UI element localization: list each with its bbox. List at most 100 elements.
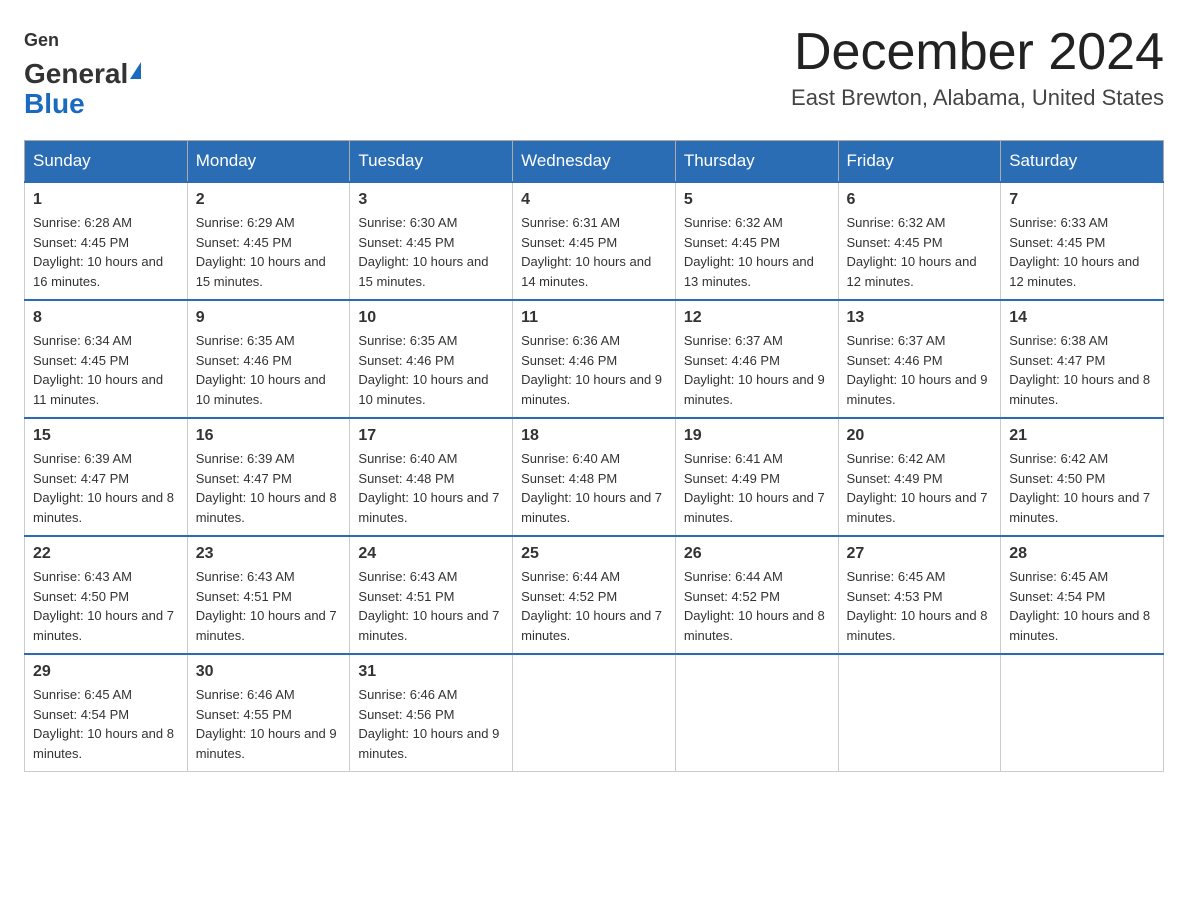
day-info: Sunrise: 6:30 AM Sunset: 4:45 PM Dayligh… [358, 213, 504, 291]
daylight-label: Daylight: 10 hours and 7 minutes. [358, 608, 499, 643]
daylight-label: Daylight: 10 hours and 9 minutes. [196, 726, 337, 761]
sunrise-label: Sunrise: 6:32 AM [684, 215, 783, 230]
page-header: Gen eral General Blue December 2024 East… [24, 24, 1164, 120]
header-sunday: Sunday [25, 141, 188, 183]
day-number: 21 [1009, 427, 1155, 445]
sunset-label: Sunset: 4:46 PM [196, 353, 292, 368]
sunset-label: Sunset: 4:54 PM [33, 707, 129, 722]
header-wednesday: Wednesday [513, 141, 676, 183]
sunrise-label: Sunrise: 6:43 AM [358, 569, 457, 584]
daylight-label: Daylight: 10 hours and 9 minutes. [358, 726, 499, 761]
sunrise-label: Sunrise: 6:45 AM [847, 569, 946, 584]
day-info: Sunrise: 6:46 AM Sunset: 4:56 PM Dayligh… [358, 685, 504, 763]
table-row: 22 Sunrise: 6:43 AM Sunset: 4:50 PM Dayl… [25, 536, 188, 654]
day-info: Sunrise: 6:35 AM Sunset: 4:46 PM Dayligh… [358, 331, 504, 409]
sunrise-label: Sunrise: 6:34 AM [33, 333, 132, 348]
day-number: 30 [196, 663, 342, 681]
sunset-label: Sunset: 4:50 PM [1009, 471, 1105, 486]
sunset-label: Sunset: 4:46 PM [521, 353, 617, 368]
sunset-label: Sunset: 4:54 PM [1009, 589, 1105, 604]
sunrise-label: Sunrise: 6:46 AM [358, 687, 457, 702]
day-number: 23 [196, 545, 342, 563]
table-row: 25 Sunrise: 6:44 AM Sunset: 4:52 PM Dayl… [513, 536, 676, 654]
table-row: 26 Sunrise: 6:44 AM Sunset: 4:52 PM Dayl… [675, 536, 838, 654]
table-row: 9 Sunrise: 6:35 AM Sunset: 4:46 PM Dayli… [187, 300, 350, 418]
day-number: 1 [33, 191, 179, 209]
week-row-4: 22 Sunrise: 6:43 AM Sunset: 4:50 PM Dayl… [25, 536, 1164, 654]
day-info: Sunrise: 6:45 AM Sunset: 4:54 PM Dayligh… [33, 685, 179, 763]
location-title: East Brewton, Alabama, United States [791, 85, 1164, 111]
sunrise-label: Sunrise: 6:44 AM [521, 569, 620, 584]
daylight-label: Daylight: 10 hours and 10 minutes. [196, 372, 326, 407]
day-info: Sunrise: 6:35 AM Sunset: 4:46 PM Dayligh… [196, 331, 342, 409]
sunrise-label: Sunrise: 6:37 AM [684, 333, 783, 348]
day-number: 3 [358, 191, 504, 209]
day-info: Sunrise: 6:44 AM Sunset: 4:52 PM Dayligh… [684, 567, 830, 645]
day-number: 20 [847, 427, 993, 445]
day-number: 8 [33, 309, 179, 327]
sunrise-label: Sunrise: 6:42 AM [1009, 451, 1108, 466]
day-number: 6 [847, 191, 993, 209]
day-number: 11 [521, 309, 667, 327]
daylight-label: Daylight: 10 hours and 15 minutes. [358, 254, 488, 289]
sunset-label: Sunset: 4:47 PM [1009, 353, 1105, 368]
daylight-label: Daylight: 10 hours and 7 minutes. [521, 490, 662, 525]
title-block: December 2024 East Brewton, Alabama, Uni… [791, 24, 1164, 111]
sunset-label: Sunset: 4:53 PM [847, 589, 943, 604]
day-number: 18 [521, 427, 667, 445]
calendar-table: Sunday Monday Tuesday Wednesday Thursday… [24, 140, 1164, 772]
sunset-label: Sunset: 4:46 PM [358, 353, 454, 368]
sunset-label: Sunset: 4:45 PM [521, 235, 617, 250]
header-saturday: Saturday [1001, 141, 1164, 183]
sunset-label: Sunset: 4:45 PM [33, 235, 129, 250]
day-info: Sunrise: 6:43 AM Sunset: 4:51 PM Dayligh… [196, 567, 342, 645]
day-info: Sunrise: 6:39 AM Sunset: 4:47 PM Dayligh… [196, 449, 342, 527]
table-row: 30 Sunrise: 6:46 AM Sunset: 4:55 PM Dayl… [187, 654, 350, 772]
sunrise-label: Sunrise: 6:40 AM [521, 451, 620, 466]
sunrise-label: Sunrise: 6:42 AM [847, 451, 946, 466]
day-number: 9 [196, 309, 342, 327]
sunset-label: Sunset: 4:45 PM [847, 235, 943, 250]
daylight-label: Daylight: 10 hours and 16 minutes. [33, 254, 163, 289]
table-row: 23 Sunrise: 6:43 AM Sunset: 4:51 PM Dayl… [187, 536, 350, 654]
sunset-label: Sunset: 4:55 PM [196, 707, 292, 722]
day-number: 25 [521, 545, 667, 563]
sunrise-label: Sunrise: 6:30 AM [358, 215, 457, 230]
table-row: 11 Sunrise: 6:36 AM Sunset: 4:46 PM Dayl… [513, 300, 676, 418]
table-row: 28 Sunrise: 6:45 AM Sunset: 4:54 PM Dayl… [1001, 536, 1164, 654]
day-number: 14 [1009, 309, 1155, 327]
sunrise-label: Sunrise: 6:39 AM [196, 451, 295, 466]
table-row [1001, 654, 1164, 772]
table-row: 7 Sunrise: 6:33 AM Sunset: 4:45 PM Dayli… [1001, 182, 1164, 300]
table-row: 16 Sunrise: 6:39 AM Sunset: 4:47 PM Dayl… [187, 418, 350, 536]
day-info: Sunrise: 6:41 AM Sunset: 4:49 PM Dayligh… [684, 449, 830, 527]
daylight-label: Daylight: 10 hours and 8 minutes. [684, 608, 825, 643]
day-info: Sunrise: 6:46 AM Sunset: 4:55 PM Dayligh… [196, 685, 342, 763]
table-row: 15 Sunrise: 6:39 AM Sunset: 4:47 PM Dayl… [25, 418, 188, 536]
sunrise-label: Sunrise: 6:31 AM [521, 215, 620, 230]
table-row: 20 Sunrise: 6:42 AM Sunset: 4:49 PM Dayl… [838, 418, 1001, 536]
day-number: 13 [847, 309, 993, 327]
sunrise-label: Sunrise: 6:45 AM [33, 687, 132, 702]
day-info: Sunrise: 6:45 AM Sunset: 4:54 PM Dayligh… [1009, 567, 1155, 645]
day-info: Sunrise: 6:40 AM Sunset: 4:48 PM Dayligh… [521, 449, 667, 527]
sunset-label: Sunset: 4:45 PM [358, 235, 454, 250]
sunrise-label: Sunrise: 6:36 AM [521, 333, 620, 348]
day-info: Sunrise: 6:43 AM Sunset: 4:50 PM Dayligh… [33, 567, 179, 645]
week-row-3: 15 Sunrise: 6:39 AM Sunset: 4:47 PM Dayl… [25, 418, 1164, 536]
day-info: Sunrise: 6:32 AM Sunset: 4:45 PM Dayligh… [847, 213, 993, 291]
day-info: Sunrise: 6:31 AM Sunset: 4:45 PM Dayligh… [521, 213, 667, 291]
table-row: 13 Sunrise: 6:37 AM Sunset: 4:46 PM Dayl… [838, 300, 1001, 418]
sunset-label: Sunset: 4:45 PM [33, 353, 129, 368]
day-number: 12 [684, 309, 830, 327]
day-number: 2 [196, 191, 342, 209]
daylight-label: Daylight: 10 hours and 8 minutes. [1009, 608, 1150, 643]
month-title: December 2024 [791, 24, 1164, 81]
sunset-label: Sunset: 4:47 PM [196, 471, 292, 486]
day-number: 31 [358, 663, 504, 681]
day-number: 7 [1009, 191, 1155, 209]
sunrise-label: Sunrise: 6:39 AM [33, 451, 132, 466]
daylight-label: Daylight: 10 hours and 10 minutes. [358, 372, 488, 407]
day-number: 17 [358, 427, 504, 445]
sunrise-label: Sunrise: 6:38 AM [1009, 333, 1108, 348]
